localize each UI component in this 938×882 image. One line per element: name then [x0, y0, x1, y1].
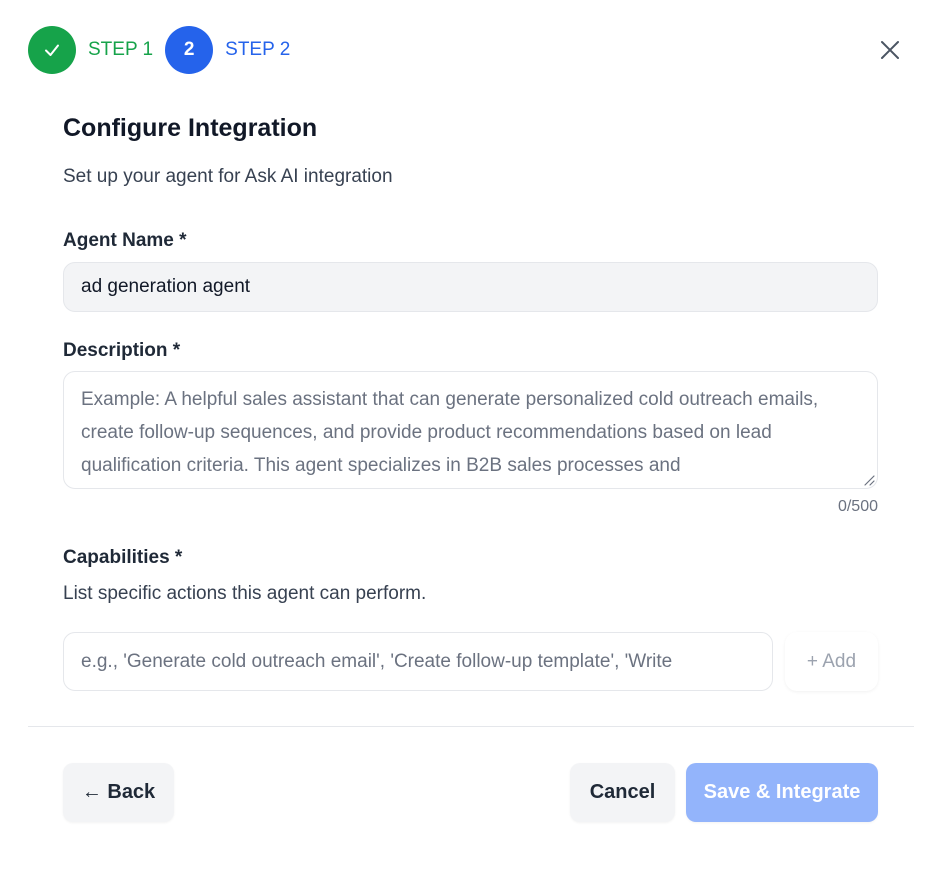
page-subtitle: Set up your agent for Ask AI integration [63, 166, 393, 187]
save-integrate-button[interactable]: Save & Integrate [686, 763, 878, 822]
step-1-circle [28, 26, 76, 74]
description-char-counter: 0/500 [837, 498, 878, 515]
check-icon [45, 44, 59, 56]
resize-handle-icon[interactable] [863, 474, 875, 486]
description-label: Description * [63, 340, 181, 361]
add-capability-button[interactable]: + Add [785, 632, 878, 691]
description-textarea[interactable] [63, 371, 878, 489]
capabilities-label: Capabilities * [63, 547, 183, 568]
page-title: Configure Integration [63, 114, 318, 142]
capabilities-help-text: List specific actions this agent can per… [63, 583, 427, 604]
agent-name-input[interactable] [63, 262, 878, 312]
footer-divider [28, 726, 914, 727]
back-button[interactable]: ← Back [63, 763, 174, 822]
cancel-button[interactable]: Cancel [570, 763, 675, 822]
step-2-label: STEP 2 [225, 39, 291, 60]
step-1-label: STEP 1 [88, 39, 154, 60]
capability-input[interactable] [63, 632, 773, 691]
close-button[interactable] [872, 32, 908, 68]
stepper: STEP 1 2 STEP 2 [28, 26, 302, 74]
step-2-circle: 2 [165, 26, 214, 74]
agent-name-label: Agent Name * [63, 230, 187, 251]
close-icon [881, 41, 899, 59]
